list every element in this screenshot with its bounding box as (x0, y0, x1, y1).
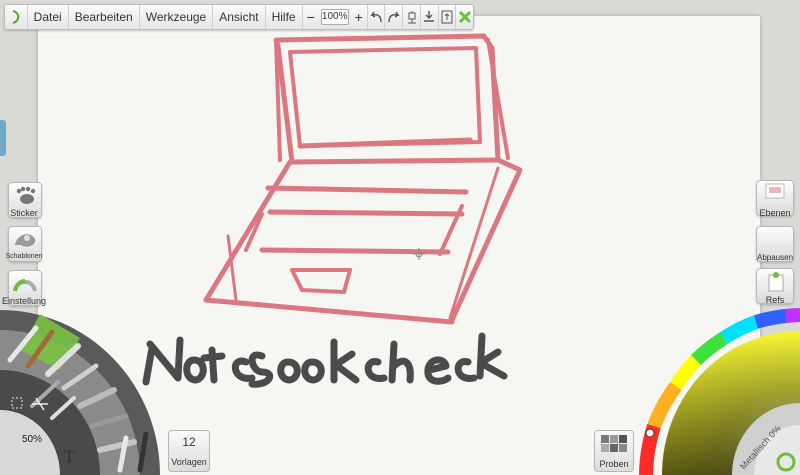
refs-label: Refs (765, 295, 785, 305)
proben-button[interactable]: Proben (594, 430, 634, 472)
brush-size-readout: 50% (22, 434, 43, 445)
footprint-icon (16, 186, 36, 204)
hue-selector-handle[interactable] (645, 428, 655, 438)
vorlagen-count: 12 (182, 435, 196, 449)
menu-datei[interactable]: Datei (28, 5, 69, 29)
einstellung-label: Einstellung (2, 296, 47, 306)
redo-icon[interactable] (384, 5, 402, 29)
menu-werkzeuge[interactable]: Werkzeuge (140, 5, 214, 29)
menu-ansicht[interactable]: Ansicht (213, 5, 266, 29)
sticker-label: Sticker (10, 208, 38, 218)
zoom-in-button[interactable]: + (351, 5, 367, 29)
app-logo-icon[interactable] (5, 5, 28, 29)
zoom-out-button[interactable]: − (303, 5, 319, 29)
zoom-level-field[interactable]: 100% (320, 9, 349, 25)
fullscreen-toggle-icon[interactable] (455, 5, 473, 29)
canvas-size-icon[interactable] (402, 5, 420, 29)
schablonen-label: Schablonen (5, 253, 43, 260)
share-icon[interactable] (437, 5, 456, 29)
menu-hilfe[interactable]: Hilfe (266, 5, 303, 29)
swatches-icon (601, 435, 627, 452)
pin-icon (768, 272, 784, 292)
settings-arc-icon (13, 279, 37, 292)
abpausen-label: Abpausen (756, 253, 794, 262)
text-tool-icon[interactable]: T (64, 447, 75, 466)
color-picker-wheel[interactable]: Metallisch 0% (636, 308, 800, 475)
vorlagen-button[interactable]: 12 Vorlagen (168, 430, 210, 472)
tool-wheel[interactable]: T (0, 310, 160, 475)
top-menubar: Datei Bearbeiten Werkzeuge Ansicht Hilfe… (4, 4, 474, 30)
ebenen-label: Ebenen (759, 208, 791, 218)
stencil-icon (15, 234, 36, 247)
left-panel-tab[interactable] (0, 120, 6, 156)
menu-bearbeiten[interactable]: Bearbeiten (69, 5, 140, 29)
vorlagen-label: Vorlagen (171, 457, 207, 467)
undo-icon[interactable] (366, 5, 385, 29)
export-icon[interactable] (419, 5, 438, 29)
proben-label: Proben (599, 459, 629, 469)
layers-thumbnail-icon (765, 183, 785, 199)
